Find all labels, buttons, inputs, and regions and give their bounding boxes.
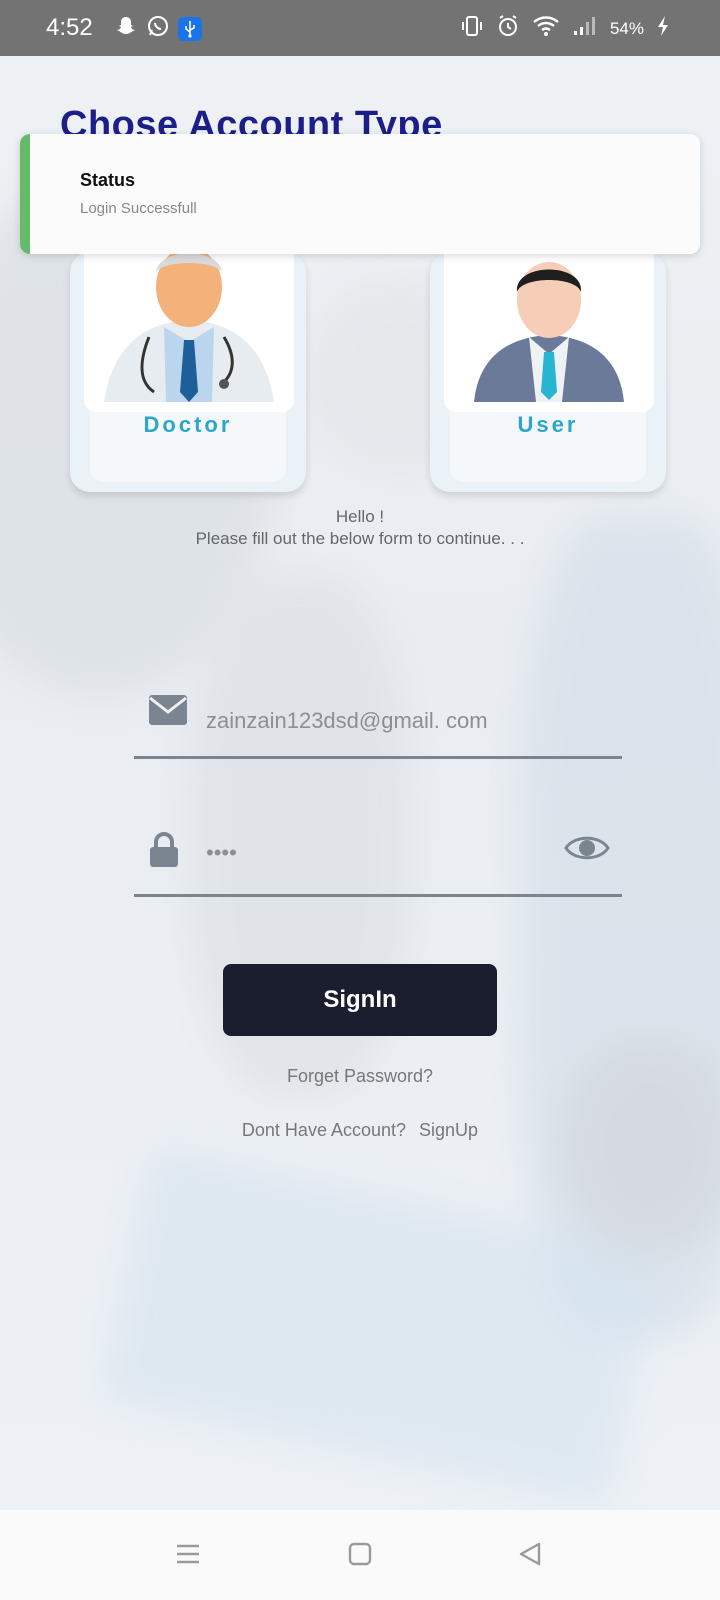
email-value[interactable]: zainzain123dsd@gmail. com <box>206 708 488 734</box>
status-bar: 4:52 54% <box>0 0 720 56</box>
account-card-doctor[interactable]: Doctor <box>70 242 306 492</box>
usb-icon <box>178 16 202 41</box>
envelope-icon <box>148 694 188 731</box>
snapchat-icon <box>114 14 138 43</box>
whatsapp-icon <box>146 14 170 43</box>
password-value[interactable]: •••• <box>206 840 237 866</box>
toast-title: Status <box>80 170 136 190</box>
lock-icon <box>148 832 180 873</box>
account-card-user[interactable]: User <box>430 242 666 492</box>
greeting-line-1: Hello ! <box>335 507 385 526</box>
toast-message: Login Successfull <box>80 200 197 217</box>
status-toast: Status Login Successfull <box>20 134 700 254</box>
signal-icon <box>572 15 598 42</box>
doctor-avatar-icon <box>84 242 294 412</box>
alarm-icon <box>496 14 520 43</box>
menu-icon[interactable] <box>174 1540 202 1573</box>
back-icon[interactable] <box>516 1540 544 1573</box>
signin-button[interactable]: SignIn <box>223 964 497 1036</box>
signup-link[interactable]: SignUp <box>419 1120 478 1140</box>
toast-accent-bar <box>20 134 30 254</box>
signup-row: Dont Have Account? SignUp <box>0 1120 720 1141</box>
email-field[interactable]: zainzain123dsd@gmail. com <box>134 684 622 759</box>
user-avatar-icon <box>444 242 654 412</box>
home-icon[interactable] <box>346 1540 374 1573</box>
battery-level: 54% <box>609 18 644 38</box>
status-time: 4:52 <box>46 14 93 41</box>
greeting-text: Hello ! Please fill out the below form t… <box>0 506 720 550</box>
account-label-user: User <box>517 412 579 437</box>
eye-icon[interactable] <box>564 832 610 869</box>
greeting-line-2: Please fill out the below form to contin… <box>195 529 525 548</box>
charging-icon <box>656 15 670 42</box>
account-label-doctor: Doctor <box>143 412 233 437</box>
no-account-text: Dont Have Account? <box>241 1120 407 1140</box>
navigation-bar <box>0 1510 720 1600</box>
password-field[interactable]: •••• <box>134 822 622 897</box>
forget-password-link[interactable]: Forget Password? <box>0 1066 720 1087</box>
wifi-icon <box>532 14 560 43</box>
vibrate-icon <box>460 14 484 43</box>
